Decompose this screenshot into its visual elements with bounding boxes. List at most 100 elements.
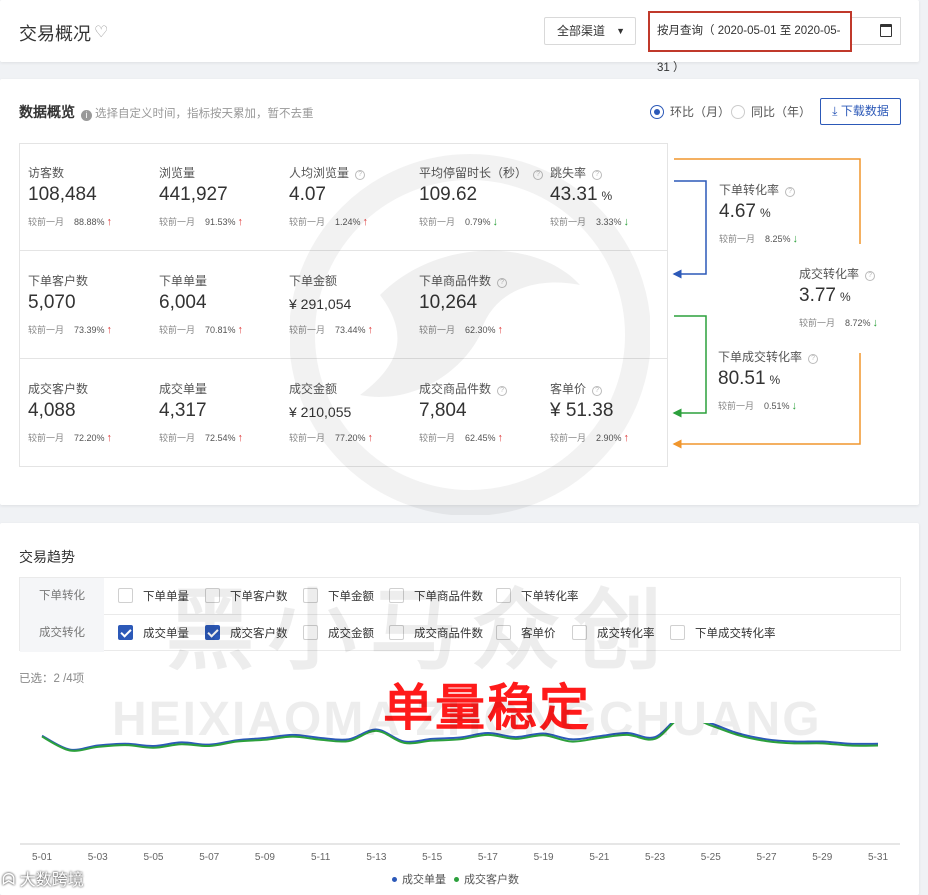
metric-value-text: 6,004	[159, 292, 207, 313]
watermark-cn: 黑小马众创	[166, 581, 677, 680]
metric-card: 下单客户数 5,070 较前一月 73.39% ↑	[28, 272, 158, 372]
radio-unchecked-icon	[731, 105, 745, 119]
calendar-icon	[880, 24, 892, 37]
compare-label: 较前一月	[159, 433, 196, 443]
radio-mom-label: 环比（月）	[670, 105, 731, 119]
help-icon[interactable]: ?	[785, 187, 796, 197]
metric-card: 成交客户数 4,088 较前一月 72.20% ↑	[28, 380, 158, 480]
compare-pct: 88.88%	[74, 217, 105, 227]
metric-value-text: 4,317	[159, 400, 207, 421]
x-tick-label: 5-19	[534, 852, 554, 863]
heart-icon[interactable]: ♡	[94, 22, 108, 42]
metric-value: 80.51%	[718, 368, 780, 390]
x-tick-label: 5-27	[757, 852, 777, 863]
metric-compare: 较前一月 0.51% ↓	[718, 399, 797, 412]
overview-hint: i 选择自定义时间，指标按天累加，暂不去重	[81, 105, 314, 121]
metric-label: 下单客户数	[28, 272, 88, 289]
compare-label: 较前一月	[718, 401, 755, 411]
metric-checkbox[interactable]: 下单成交转化率	[670, 625, 776, 641]
metric-compare: 较前一月 72.54% ↑	[159, 431, 243, 444]
trend-title: 交易趋势	[19, 549, 75, 565]
metric-value: 108,484	[28, 184, 97, 206]
metric-value: 4,088	[28, 400, 76, 422]
caret-down-icon: ▼	[616, 26, 625, 36]
flow-line-green	[672, 315, 707, 418]
metric-label-text: 成交客户数	[28, 382, 89, 396]
date-range-field[interactable]: 按月查询（ 2020-05-01 至 2020-05-31 ）	[648, 11, 852, 74]
legend-label: 成交客户数	[464, 874, 519, 886]
legend-item-deal-orders[interactable]: 成交单量	[392, 871, 446, 887]
metric-label: 下单成交转化率?	[718, 348, 819, 365]
metric-card: 浏览量 441,927 较前一月 91.53% ↑	[159, 164, 289, 264]
compare-pct: 72.20%	[74, 433, 105, 443]
help-icon[interactable]: ?	[865, 271, 876, 281]
metric-card: 下单成交转化率? 80.51% 较前一月 0.51% ↓	[718, 348, 848, 448]
arrow-up-icon: ↑	[237, 216, 244, 228]
compare-pct: 70.81%	[205, 325, 236, 335]
compare-label: 较前一月	[719, 234, 756, 244]
metric-value-text: 80.51	[718, 368, 766, 389]
metric-label-text: 下单单量	[159, 274, 208, 288]
metric-value-text: 108,484	[28, 184, 97, 205]
metric-label: 浏览量	[159, 164, 195, 181]
compare-label: 较前一月	[28, 217, 65, 227]
legend-dot-blue	[392, 877, 397, 882]
arrow-up-icon: ↑	[106, 216, 113, 228]
x-tick-label: 5-01	[32, 852, 52, 863]
metric-value: 4.67%	[719, 201, 771, 223]
radio-yoy[interactable]: 同比（年）	[731, 103, 811, 120]
channel-select[interactable]: 全部渠道 ▼	[544, 17, 636, 45]
metric-value-text: 441,927	[159, 184, 228, 205]
horse-logo-watermark	[290, 154, 650, 515]
watermark-en: HEIXIAOMA ZHONGCHUANG	[112, 693, 822, 746]
compare-label: 较前一月	[28, 325, 65, 335]
metric-value-text: 5,070	[28, 292, 76, 313]
channel-select-value: 全部渠道	[557, 24, 606, 38]
calendar-button[interactable]	[852, 17, 901, 45]
legend-item-deal-customers[interactable]: 成交客户数	[454, 871, 519, 887]
metric-unit: %	[759, 206, 771, 220]
metric-compare: 较前一月 8.25% ↓	[719, 232, 798, 245]
brand-watermark: ᗣ 大数跨境	[2, 866, 84, 890]
checkbox-label: 下单成交转化率	[695, 628, 776, 640]
page-title: 交易概况	[19, 24, 91, 44]
x-tick-label: 5-17	[478, 852, 498, 863]
metric-value: 3.77%	[799, 285, 851, 307]
help-icon[interactable]: ?	[808, 354, 819, 364]
arrow-down-icon: ↓	[872, 317, 879, 329]
compare-pct: 8.72%	[845, 318, 871, 328]
compare-label: 较前一月	[799, 318, 836, 328]
compare-pct: 8.25%	[765, 234, 791, 244]
download-icon: ⤓	[832, 104, 838, 118]
arrow-up-icon: ↑	[237, 324, 244, 336]
metric-value-text: 4,088	[28, 400, 76, 421]
x-tick-label: 5-23	[645, 852, 665, 863]
compare-pct: 73.39%	[74, 325, 105, 335]
metric-card: 访客数 108,484 较前一月 88.88% ↑	[28, 164, 158, 264]
filter-row-order-label: 下单转化	[20, 578, 104, 615]
metric-compare: 较前一月 91.53% ↑	[159, 215, 243, 228]
metric-unit: %	[839, 290, 851, 304]
metric-card: 下单单量 6,004 较前一月 70.81% ↑	[159, 272, 289, 372]
download-button[interactable]: ⤓ 下载数据	[820, 98, 901, 125]
arrow-up-icon: ↑	[106, 324, 113, 336]
metric-value-text: 3.77	[799, 285, 836, 306]
legend-label: 成交单量	[402, 874, 446, 886]
checkbox-unchecked-icon	[118, 588, 133, 603]
metric-label-text: 成交转化率	[799, 267, 860, 281]
info-icon: i	[81, 110, 92, 121]
x-tick-label: 5-31	[868, 852, 888, 863]
x-tick-label: 5-09	[255, 852, 275, 863]
arrow-up-icon: ↑	[237, 432, 244, 444]
x-tick-label: 5-11	[311, 852, 331, 863]
metric-compare: 较前一月 8.72% ↓	[799, 316, 878, 329]
radio-mom[interactable]: 环比（月）	[650, 103, 730, 120]
metric-label: 成交客户数	[28, 380, 88, 397]
x-tick-label: 5-13	[366, 852, 386, 863]
download-label: 下载数据	[840, 104, 889, 118]
x-tick-label: 5-03	[88, 852, 108, 863]
metric-value: 6,004	[159, 292, 207, 314]
metric-label-text: 下单成交转化率	[718, 350, 803, 364]
header-bar: 交易概况 ♡ 全部渠道 ▼ 按月查询（ 2020-05-01 至 2020-05…	[0, 0, 919, 74]
arrow-down-icon: ↓	[791, 400, 798, 412]
